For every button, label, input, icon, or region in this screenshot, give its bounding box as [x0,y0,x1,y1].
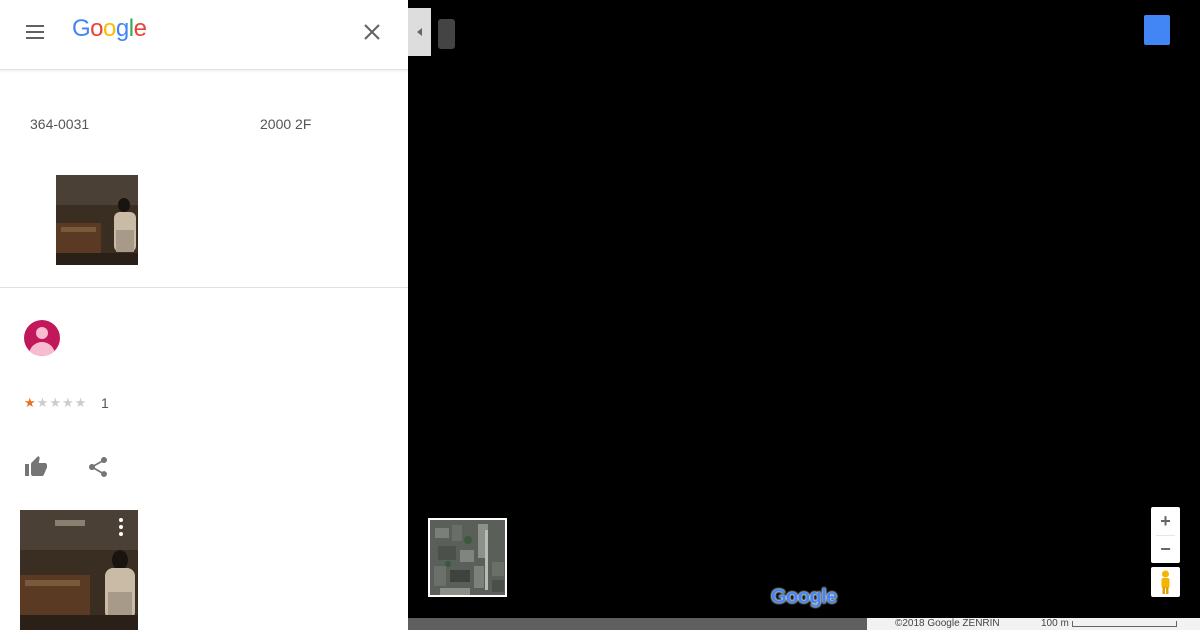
chevron-left-icon [417,28,422,36]
apps-button[interactable] [1144,15,1170,45]
star-empty-icon: ★ [61,395,75,410]
postal-code: 364-0031 [30,116,90,132]
pegman-icon[interactable] [1151,567,1180,597]
zoom-out-button[interactable]: − [1151,535,1180,563]
thumb-up-icon[interactable] [24,455,48,479]
section-divider [0,287,408,288]
collapse-panel-button[interactable] [408,8,431,56]
side-panel: Google 364-0031 2000 2F ★★★★★ 1 [0,0,408,630]
star-rating: ★★★★★ [24,395,87,411]
rating-value: 1 [101,395,109,411]
place-photo[interactable] [56,175,138,265]
share-icon[interactable] [86,455,110,479]
logo-letter: g [115,15,129,42]
drag-handle[interactable] [438,19,455,49]
scale-label[interactable]: 100 m [1041,618,1069,630]
address-detail: 2000 2F [260,116,312,132]
logo-letter: e [133,15,147,42]
map-copyright: ©2018 Google ZENRIN [895,618,1000,629]
street-view-map[interactable]: + − Google ©2018 Google ZENRIN 100 m [408,0,1200,630]
star-filled-icon: ★ [24,395,37,410]
logo-letter: G [72,15,91,42]
close-icon[interactable] [360,20,384,44]
map-logo-text: Google [771,586,837,608]
hamburger-menu-icon[interactable] [24,22,48,42]
google-logo[interactable]: Google [72,15,147,43]
satellite-thumbnail[interactable] [428,518,507,597]
scale-bar [1072,621,1177,627]
star-empty-icon: ★ [36,395,50,410]
panel-header: Google [0,0,408,70]
google-map-logo: Google [771,586,837,609]
logo-letter: o [103,15,116,42]
logo-letter: o [90,15,104,42]
more-vert-icon[interactable] [114,516,128,538]
star-empty-icon: ★ [74,395,88,410]
star-empty-icon: ★ [49,395,62,410]
user-avatar[interactable] [24,320,60,356]
zoom-in-button[interactable]: + [1151,507,1180,535]
map-footer-info: ©2018 Google ZENRIN 100 m [867,618,1200,630]
zoom-control: + − [1151,507,1180,563]
